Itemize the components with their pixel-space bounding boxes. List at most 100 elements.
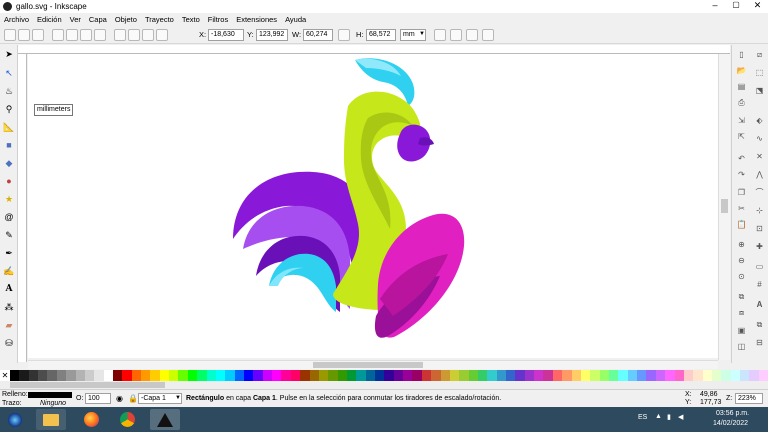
raise-button[interactable] (128, 29, 140, 41)
text-tool-icon[interactable]: A (3, 283, 15, 295)
lock-icon[interactable]: 🔒 (128, 394, 138, 403)
palette-swatch[interactable] (112, 370, 123, 381)
palette-swatch[interactable] (66, 370, 76, 381)
palette-swatch[interactable] (758, 370, 768, 381)
palette-swatch[interactable] (393, 370, 404, 381)
measure-tool-icon[interactable]: 📐 (3, 121, 15, 133)
vertical-scrollbar[interactable] (718, 54, 730, 360)
snap-cusp-icon[interactable]: ⋀ (754, 169, 765, 180)
palette-swatch[interactable] (178, 370, 188, 381)
palette-swatch[interactable] (403, 370, 413, 381)
snap-midpoint-icon[interactable]: ⊹ (754, 205, 765, 216)
palette-swatch[interactable] (543, 370, 553, 381)
palette-swatch[interactable] (337, 370, 347, 381)
palette-swatch[interactable] (580, 370, 591, 381)
palette-none-swatch[interactable]: ✕ (0, 370, 10, 381)
zoom-page-icon[interactable]: ⊙ (736, 271, 747, 282)
duplicate-icon[interactable]: ⧉ (736, 291, 747, 302)
palette-swatch[interactable] (599, 370, 609, 381)
language-indicator[interactable]: ES (638, 414, 647, 421)
palette-swatch[interactable] (197, 370, 207, 381)
deselect-button[interactable] (32, 29, 44, 41)
scale-corners-button[interactable] (450, 29, 462, 41)
palette-swatch[interactable] (468, 370, 478, 381)
clone-icon[interactable]: ⧈ (736, 307, 747, 318)
palette-swatch[interactable] (159, 370, 170, 381)
eye-icon[interactable]: ◉ (116, 394, 123, 403)
palette-swatch[interactable] (749, 370, 759, 381)
selector-tool-icon[interactable]: ➤ (3, 48, 15, 60)
palette-swatch[interactable] (412, 370, 422, 381)
star-tool-icon[interactable]: ★ (3, 193, 15, 205)
palette-swatch[interactable] (84, 370, 95, 381)
x-field[interactable]: -18,630 (208, 29, 244, 41)
lower-to-bottom-button[interactable] (156, 29, 168, 41)
palette-swatch[interactable] (103, 370, 113, 381)
menu-filtros[interactable]: Filtros (208, 15, 228, 24)
palette-swatch[interactable] (515, 370, 525, 381)
palette-swatch[interactable] (740, 370, 750, 381)
palette-swatch[interactable] (262, 370, 273, 381)
ellipse-tool-icon[interactable]: ● (3, 175, 15, 187)
menu-archivo[interactable]: Archivo (4, 15, 29, 24)
palette-swatch[interactable] (496, 370, 507, 381)
move-patterns-button[interactable] (482, 29, 494, 41)
palette-swatch[interactable] (309, 370, 319, 381)
palette-scrollbar[interactable] (0, 381, 768, 389)
palette-swatch[interactable] (562, 370, 572, 381)
palette-swatch[interactable] (524, 370, 535, 381)
menu-texto[interactable]: Texto (182, 15, 200, 24)
palette-swatch[interactable] (477, 370, 488, 381)
snap-smooth-icon[interactable]: ⌒ (754, 187, 765, 198)
undo-icon[interactable]: ↶ (736, 153, 747, 164)
paste-icon[interactable]: 📋 (736, 219, 747, 230)
select-all-layers-button[interactable] (18, 29, 30, 41)
scale-stroke-button[interactable] (434, 29, 446, 41)
opacity-field[interactable]: 100 (85, 393, 111, 404)
fill-swatch[interactable] (28, 392, 72, 398)
3dbox-tool-icon[interactable]: ◆ (3, 157, 15, 169)
palette-swatch[interactable] (234, 370, 244, 381)
snap-grid-icon[interactable]: # (754, 279, 765, 290)
palette-swatch[interactable] (187, 370, 198, 381)
horizontal-ruler[interactable] (18, 45, 730, 54)
palette-swatch[interactable] (683, 370, 694, 381)
palette-swatch[interactable] (253, 370, 263, 381)
palette-swatch[interactable] (94, 370, 104, 381)
palette-scroll-thumb[interactable] (10, 382, 165, 388)
import-icon[interactable]: ⇲ (736, 115, 747, 126)
palette-swatch[interactable] (618, 370, 628, 381)
snap-bbox-edge-icon[interactable]: ⬔ (754, 85, 765, 96)
menu-objeto[interactable]: Objeto (115, 15, 137, 24)
snap-intersections-icon[interactable]: ✕ (754, 151, 765, 162)
open-document-icon[interactable]: 📂 (736, 65, 747, 76)
bucket-tool-icon[interactable]: ⛁ (3, 337, 15, 349)
palette-swatch[interactable] (449, 370, 460, 381)
y-field[interactable]: 123,992 (256, 29, 288, 41)
group-icon[interactable]: ▣ (736, 325, 747, 336)
palette-swatch[interactable] (627, 370, 638, 381)
menu-edicion[interactable]: Edición (37, 15, 62, 24)
palette-swatch[interactable] (300, 370, 310, 381)
flip-horizontal-button[interactable] (80, 29, 92, 41)
tray-up-icon[interactable]: ▲ (655, 413, 662, 420)
rotate-cw-button[interactable] (66, 29, 78, 41)
taskbar-firefox[interactable] (76, 409, 106, 430)
save-document-icon[interactable]: ▤ (736, 81, 747, 92)
start-button[interactable] (2, 409, 28, 430)
cut-icon[interactable]: ✂ (736, 203, 747, 214)
taskbar-explorer[interactable] (36, 409, 66, 430)
snap-paths-icon[interactable]: ∿ (754, 133, 765, 144)
lower-button[interactable] (142, 29, 154, 41)
snap-center-icon[interactable]: ⊡ (754, 223, 765, 234)
palette-swatch[interactable] (384, 370, 394, 381)
zoom-selection-icon[interactable]: ⊕ (736, 239, 747, 250)
palette-swatch[interactable] (318, 370, 329, 381)
palette-swatch[interactable] (646, 370, 656, 381)
h-field[interactable]: 68,572 (366, 29, 396, 41)
spiral-tool-icon[interactable]: @ (3, 211, 15, 223)
drawing-canvas[interactable]: millimeters (28, 54, 718, 358)
taskbar-inkscape[interactable] (150, 409, 180, 430)
tweak-tool-icon[interactable]: ♨ (3, 85, 15, 97)
maximize-button[interactable]: ▢ (726, 0, 746, 13)
